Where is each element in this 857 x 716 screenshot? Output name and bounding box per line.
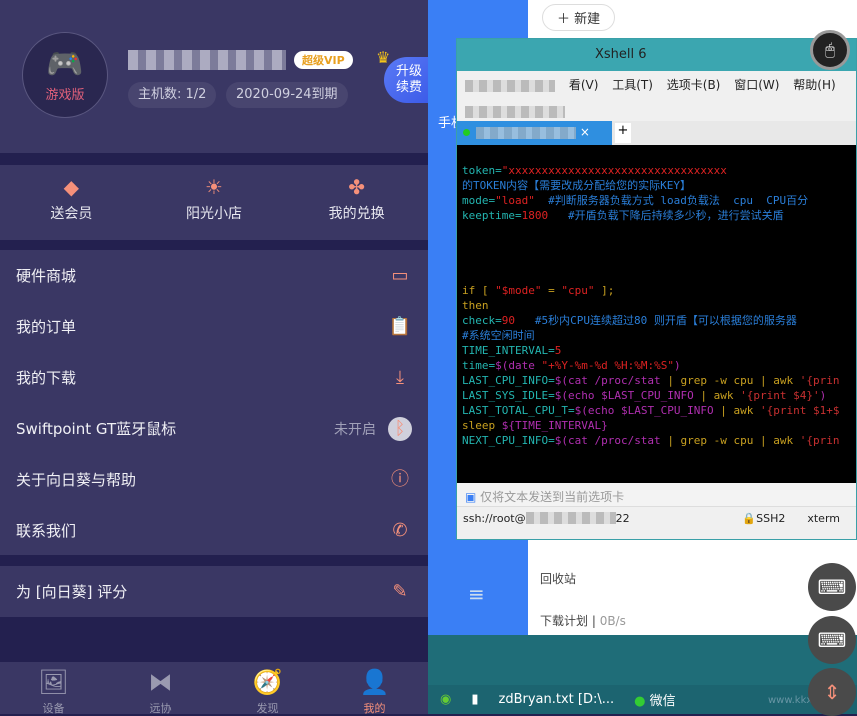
- protocol: SSH2: [756, 512, 786, 525]
- xshell-menubar: 看(V) 工具(T) 选项卡(B) 窗口(W) 帮助(H): [457, 71, 856, 97]
- menu-label: 硬件商城: [16, 267, 77, 285]
- crown-icon: ♛: [376, 48, 391, 67]
- remote-icon: ⧓: [148, 668, 173, 696]
- menu-rate-app[interactable]: 为 [向日葵] 评分 ✎: [0, 566, 428, 617]
- clipboard-icon: 📋: [388, 315, 412, 337]
- vip-badge: 超级VIP: [294, 51, 353, 69]
- person-icon: 👤: [359, 668, 390, 696]
- recycle-bin[interactable]: 回收站: [540, 570, 576, 587]
- edit-icon: ✎: [392, 580, 408, 602]
- new-label: 新建: [574, 12, 601, 27]
- sunlogin-app: 🎮 游戏版 超级VIP 主机数: 1/2 2020-09-24到期 ♛ 升级续费 …: [0, 0, 432, 715]
- wechat-icon: ●: [634, 694, 646, 709]
- quick-my-redeem[interactable]: ✤ 我的兑换: [285, 165, 428, 240]
- desktop-background: [428, 635, 857, 685]
- tab-label: 设备: [42, 702, 65, 715]
- keyboard-shortcut-button[interactable]: ⌨: [808, 563, 856, 611]
- taskbar-wechat[interactable]: ● 微信: [634, 690, 676, 709]
- pinwheel-icon: ✤: [348, 175, 366, 199]
- window-title: Xshell 6: [595, 47, 647, 62]
- conn-port: 22: [615, 512, 630, 525]
- menu-label: 为 [向日葵] 评分: [16, 583, 128, 601]
- upgrade-button[interactable]: 升级续费: [384, 57, 432, 103]
- image-icon: 🖼: [38, 668, 69, 696]
- taskbar-notepad[interactable]: zdBryan.txt [D:\...: [499, 692, 615, 707]
- phone-icon: ✆: [392, 519, 408, 541]
- info-icon: ⓘ: [391, 468, 409, 490]
- menu-my-downloads[interactable]: 我的下载 ⤓: [0, 352, 428, 403]
- mouse-mode-icon[interactable]: 🖱: [810, 30, 850, 70]
- keyboard-button[interactable]: ⌨: [808, 616, 856, 664]
- menu-label: 我的订单: [16, 318, 77, 336]
- terminal-type: xterm: [807, 512, 840, 525]
- menu-label: 我的下载: [16, 369, 77, 387]
- diamond-icon: ◆: [63, 175, 80, 199]
- bottom-nav: 🖼 设备 ⧓ 远协 🧭 发现 👤 我的: [0, 662, 428, 715]
- bluetooth-icon: ᛒ: [388, 416, 412, 441]
- send-to-tab-bar[interactable]: ▣ 仅将文本发送到当前选项卡: [457, 483, 856, 507]
- menu-hardware-store[interactable]: 硬件商城 ▭: [0, 250, 428, 301]
- status-bar: ssh://root@ 22 🔒 SSH2 xterm: [457, 507, 856, 531]
- quick-label: 阳光小店: [186, 206, 242, 222]
- tab-label: 远协: [149, 702, 172, 715]
- menu-label: 联系我们: [16, 522, 77, 540]
- username-blurred: [128, 50, 286, 70]
- speed: 0B/s: [599, 614, 626, 628]
- xshell-titlebar[interactable]: Xshell 6: [457, 39, 856, 71]
- plan-label: 下载计划: [540, 614, 589, 628]
- tab-discover[interactable]: 🧭 发现: [214, 662, 321, 715]
- browser-icon[interactable]: ◉: [440, 692, 451, 707]
- avatar[interactable]: 🎮 游戏版: [22, 32, 108, 118]
- remote-desktop-view[interactable]: 手机 ＋ 新建 ≡ 回收站 下载计划 | 0B/s ◉ ▮ zdBryan.tx…: [428, 0, 857, 716]
- address-bar[interactable]: [457, 97, 856, 121]
- expand-toggle-icon[interactable]: ⇕: [808, 668, 856, 716]
- session-tabs: × +: [457, 121, 856, 145]
- tab-label: 发现: [256, 702, 279, 715]
- lock-icon: 🔒: [742, 512, 757, 525]
- session-tab[interactable]: ×: [457, 121, 612, 145]
- avatar-label: 游戏版: [45, 88, 85, 103]
- menu-icon[interactable]: ≡: [468, 582, 485, 606]
- quick-label: 我的兑换: [328, 206, 385, 222]
- quick-send-vip[interactable]: ◆ 送会员: [0, 165, 143, 240]
- sun-icon: ☀: [205, 175, 223, 199]
- terminal-icon: ▣: [465, 490, 477, 504]
- terminal[interactable]: token="xxxxxxxxxxxxxxxxxxxxxxxxxxxxxxxxx…: [457, 145, 856, 483]
- conn-prefix: ssh://root@: [463, 512, 526, 525]
- menu-my-orders[interactable]: 我的订单 📋: [0, 301, 428, 352]
- gamepad-icon: 🎮: [46, 47, 84, 82]
- add-tab-button[interactable]: +: [615, 123, 631, 143]
- menu-help[interactable]: 帮助(H): [793, 78, 835, 92]
- settings-menu: 硬件商城 ▭ 我的订单 📋 我的下载 ⤓ Swiftpoint GT蓝牙鼠标 未开启 ᛒ …: [0, 250, 428, 555]
- profile-header: 🎮 游戏版 超级VIP 主机数: 1/2 2020-09-24到期 ♛ 升级续费: [0, 0, 432, 153]
- tab-remote[interactable]: ⧓ 远协: [107, 662, 214, 715]
- quick-actions: ◆ 送会员 ☀ 阳光小店 ✤ 我的兑换: [0, 165, 428, 240]
- quick-sun-shop[interactable]: ☀ 阳光小店: [143, 165, 286, 240]
- new-button[interactable]: ＋ 新建: [542, 4, 616, 31]
- menu-tabs[interactable]: 选项卡(B): [667, 78, 721, 92]
- menu-bluetooth-mouse[interactable]: Swiftpoint GT蓝牙鼠标 未开启 ᛒ: [0, 403, 428, 454]
- bluetooth-status: 未开启: [334, 421, 376, 438]
- send-label: 仅将文本发送到当前选项卡: [480, 490, 625, 504]
- notepad-icon[interactable]: ▮: [471, 692, 478, 707]
- menu-window[interactable]: 窗口(W): [734, 78, 779, 92]
- menu-contact-us[interactable]: 联系我们 ✆: [0, 505, 428, 556]
- host-count: 主机数: 1/2: [128, 82, 217, 108]
- download-icon: ⤓: [396, 366, 404, 388]
- xshell-window: Xshell 6 看(V) 工具(T) 选项卡(B) 窗口(W) 帮助(H) ×…: [456, 38, 857, 540]
- store-icon: ▭: [391, 264, 409, 286]
- expiry-date: 2020-09-24到期: [226, 82, 348, 108]
- menu-label: 关于向日葵与帮助: [16, 471, 137, 489]
- menu-tools[interactable]: 工具(T): [612, 78, 653, 92]
- quick-label: 送会员: [50, 206, 93, 222]
- menu-view[interactable]: 看(V): [569, 78, 599, 92]
- tab-label: 我的: [363, 702, 386, 715]
- tab-devices[interactable]: 🖼 设备: [0, 662, 107, 715]
- menu-about-help[interactable]: 关于向日葵与帮助 ⓘ: [0, 454, 428, 505]
- wechat-label: 微信: [649, 694, 676, 709]
- tab-mine[interactable]: 👤 我的: [321, 662, 428, 715]
- download-plan[interactable]: 下载计划 | 0B/s: [540, 612, 626, 629]
- compass-icon: 🧭: [252, 668, 283, 696]
- menu-label: Swiftpoint GT蓝牙鼠标: [16, 420, 177, 438]
